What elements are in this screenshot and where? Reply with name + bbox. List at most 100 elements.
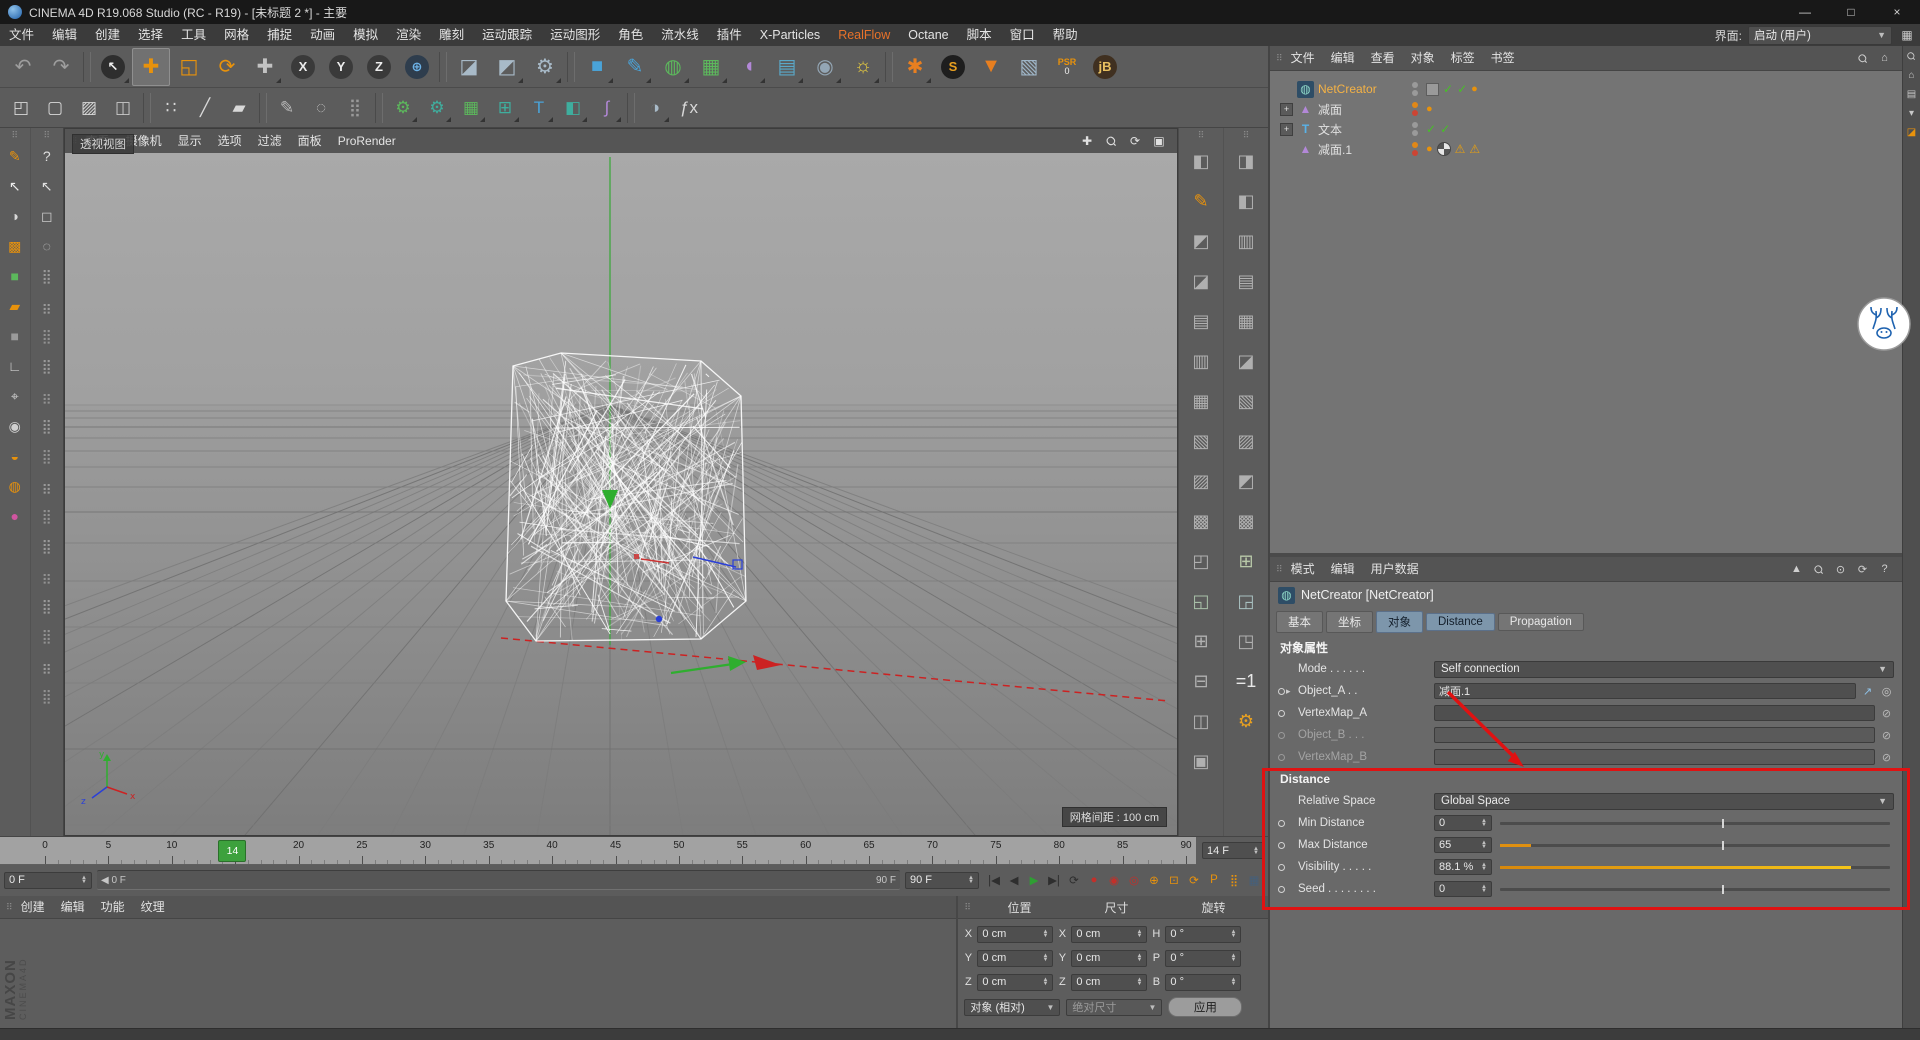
keyframe-dot[interactable]: [1278, 841, 1285, 849]
stepper-icon[interactable]: ▲ ▼: [1039, 977, 1048, 987]
palette-grid-1-button[interactable]: ⣿: [34, 263, 60, 289]
layer-indicator-button[interactable]: =1: [1228, 663, 1264, 699]
forbid-icon[interactable]: ⊘: [1879, 729, 1894, 742]
cube-stack-button[interactable]: ⊞: [488, 91, 522, 125]
keyframe-indicator[interactable]: [1278, 863, 1294, 871]
add-camera-button[interactable]: ◉: [806, 48, 844, 86]
next-frame-button[interactable]: ▶|: [1044, 870, 1064, 890]
palette-grid-4-button[interactable]: ⣿: [34, 353, 60, 379]
object-row-3[interactable]: + T 文本 ✓ ✓: [1276, 119, 1902, 139]
redo-button[interactable]: ↷: [42, 48, 80, 86]
stepper-icon[interactable]: ▲ ▼: [1250, 846, 1259, 856]
current-frame-field[interactable]: 14 F ▲ ▼: [1202, 842, 1264, 859]
coordinate-field-Z[interactable]: 0 cm ▲ ▼: [1071, 973, 1148, 991]
keyframe-selection-button[interactable]: ◎: [1124, 870, 1144, 890]
number-field[interactable]: 88.1 % ▲ ▼: [1434, 859, 1492, 875]
texture-mode-button[interactable]: ▨: [72, 91, 106, 125]
viewport-menu-item-7[interactable]: ProRender: [330, 130, 404, 152]
edges-mode-button[interactable]: ╱: [188, 91, 222, 125]
keyframe-indicator[interactable]: ▸: [1278, 686, 1294, 697]
stepper-icon[interactable]: ▲ ▼: [1133, 977, 1142, 987]
attribute-menu-item-2[interactable]: 编辑: [1323, 558, 1363, 580]
realflow-button[interactable]: S: [934, 48, 972, 86]
om-home-icon[interactable]: ⌂: [1877, 51, 1892, 66]
palette-a-12-button[interactable]: ◱: [1183, 583, 1219, 619]
ball-tag-icon[interactable]: ●: [1426, 103, 1433, 115]
visibility-dot[interactable]: [1412, 82, 1418, 88]
palette-b-8-button[interactable]: ▨: [1228, 423, 1264, 459]
menu-item-21[interactable]: 窗口: [1001, 24, 1044, 46]
menu-item-4[interactable]: 选择: [129, 24, 172, 46]
coordinate-field-Z[interactable]: 0 cm ▲ ▼: [977, 973, 1054, 991]
palette-b-12-button[interactable]: ◲: [1228, 583, 1264, 619]
dashed-grid-button[interactable]: ⣿: [338, 91, 372, 125]
number-field[interactable]: 65 ▲ ▼: [1434, 837, 1492, 853]
visibility-dots[interactable]: [1412, 102, 1418, 116]
lock-y-axis-button[interactable]: Y: [322, 48, 360, 86]
material-list-area[interactable]: [0, 919, 957, 1028]
timeline-ruler[interactable]: 05101520253035404550556065707580859014: [0, 837, 1196, 865]
render-picture-viewer-button[interactable]: ◩: [488, 48, 526, 86]
paint-globe-tool-button[interactable]: ◍: [2, 473, 28, 499]
square-tag-icon[interactable]: [1426, 82, 1439, 96]
rotate-tool-button[interactable]: ⟳: [208, 48, 246, 86]
lasso-select-button[interactable]: ◌: [34, 233, 60, 259]
slider-track[interactable]: [1500, 818, 1890, 828]
rotate-view-icon[interactable]: ⟳: [1127, 133, 1143, 149]
play-button[interactable]: ▶: [1024, 870, 1044, 890]
live-selection-button[interactable]: ↖: [94, 48, 132, 86]
attribute-dropdown[interactable]: Global Space ▼: [1434, 792, 1894, 810]
menu-item-2[interactable]: 编辑: [43, 24, 86, 46]
jb-plugin-button[interactable]: jB: [1086, 48, 1124, 86]
viewport-canvas[interactable]: y x z: [65, 153, 1177, 835]
material-menu-item-3[interactable]: 功能: [93, 896, 133, 918]
move-tool-button[interactable]: ✚: [132, 47, 170, 86]
coordinate-mode-dropdown[interactable]: 对象 (相对) ▼: [964, 998, 1061, 1016]
link-field[interactable]: [1434, 749, 1875, 765]
object-menu-item-2[interactable]: 编辑: [1323, 47, 1363, 69]
palette-grid-15-button[interactable]: ⣿: [34, 683, 60, 709]
polygon-pen-tool-button[interactable]: ▰: [2, 293, 28, 319]
apply-button[interactable]: 应用: [1168, 997, 1243, 1017]
gray-cube-tool-button[interactable]: ■: [2, 323, 28, 349]
slider-track[interactable]: [1500, 884, 1890, 894]
target-icon[interactable]: ◎: [1879, 685, 1894, 698]
material-menu-item-2[interactable]: 编辑: [53, 896, 93, 918]
autokey-button[interactable]: ◉: [1104, 870, 1124, 890]
keyframe-indicator[interactable]: [1278, 841, 1294, 849]
palette-a-6-button[interactable]: ▥: [1183, 343, 1219, 379]
close-button[interactable]: ×: [1874, 0, 1920, 24]
plugin-slate-button[interactable]: ▧: [1010, 48, 1048, 86]
keyframe-dot[interactable]: [1278, 709, 1285, 717]
record-position-button[interactable]: ⊕: [1144, 870, 1164, 890]
number-field[interactable]: 0 ▲ ▼: [1434, 815, 1492, 831]
stepper-icon[interactable]: ▲ ▼: [1478, 862, 1487, 872]
interface-dropdown[interactable]: 启动 (用户) ▼: [1748, 25, 1892, 45]
array-tool-button[interactable]: ▦: [454, 91, 488, 125]
polygons-mode-button[interactable]: ▰: [222, 91, 256, 125]
palette-grid-5-button[interactable]: ⣶: [34, 383, 60, 409]
toggle-view-icon[interactable]: ▣: [1151, 133, 1167, 149]
visibility-dot[interactable]: [1412, 102, 1418, 108]
keyframe-indicator[interactable]: [1278, 885, 1294, 893]
check-tag-icon[interactable]: ✓: [1426, 122, 1436, 136]
keyframe-indicator[interactable]: [1278, 753, 1294, 761]
stepper-icon[interactable]: ▲ ▼: [1227, 953, 1236, 963]
panel-grip-icon[interactable]: ⠿: [1276, 53, 1283, 64]
slider-track[interactable]: [1500, 865, 1890, 869]
palette-b-10-button[interactable]: ▩: [1228, 503, 1264, 539]
tab--[interactable]: 坐标: [1326, 611, 1373, 633]
palette-b-7-button[interactable]: ▧: [1228, 383, 1264, 419]
add-generator-button[interactable]: ▦: [692, 48, 730, 86]
workplane-mode-button[interactable]: ◫: [106, 91, 140, 125]
link-field[interactable]: [1434, 705, 1875, 721]
palette-a-16-button[interactable]: ▣: [1183, 743, 1219, 779]
menu-item-15[interactable]: 流水线: [652, 24, 708, 46]
scale-tool-button[interactable]: ◱: [170, 48, 208, 86]
menu-item-11[interactable]: 雕刻: [430, 24, 473, 46]
am-search-icon[interactable]: Ϙ: [1808, 558, 1829, 579]
palette-grid-2-button[interactable]: ⣶: [34, 293, 60, 319]
strip-palette-icon[interactable]: ◪: [1905, 126, 1918, 139]
tab-distance[interactable]: Distance: [1426, 613, 1495, 631]
slider-handle[interactable]: [1722, 818, 1725, 828]
